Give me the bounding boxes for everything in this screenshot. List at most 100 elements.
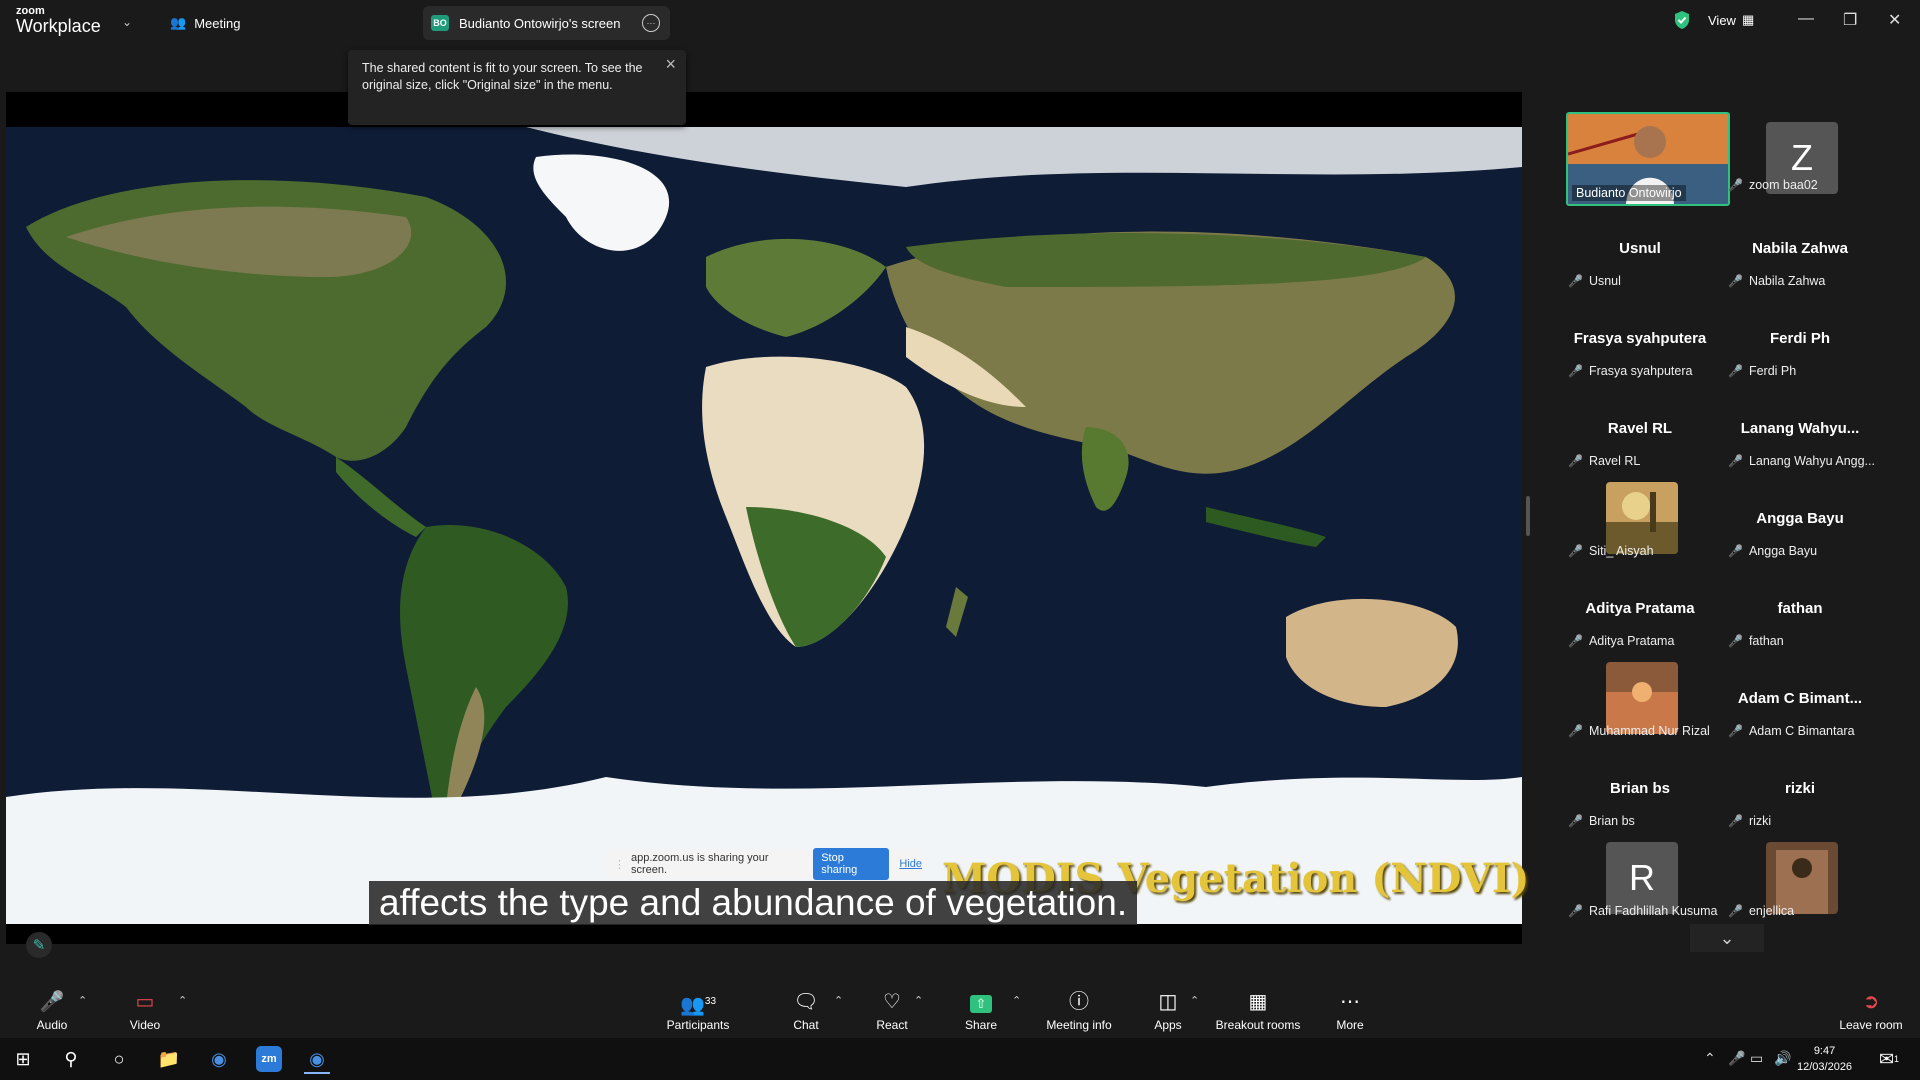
video-caption: affects the type and abundance of vegeta… <box>369 881 1138 925</box>
shield-icon[interactable] <box>1673 10 1691 30</box>
mic-muted-icon: 🎤 <box>1568 274 1583 288</box>
brand-bottom: Workplace <box>16 16 101 36</box>
mic-muted-icon: 🎤 <box>1728 454 1743 468</box>
world-vegetation-map <box>6 127 1522 924</box>
mic-muted-icon: 🎤 <box>1728 364 1743 378</box>
audio-button[interactable]: 🎤 Audio <box>30 990 74 1036</box>
file-explorer-icon[interactable]: 📁 <box>156 1046 182 1072</box>
participant-tile[interactable]: 🎤 enjellica <box>1720 842 1880 932</box>
zoom-logo: zoom Workplace <box>16 6 101 36</box>
breakout-rooms-button[interactable]: ▦ Breakout rooms <box>1214 990 1302 1036</box>
participant-tile[interactable]: Brian bs 🎤 Brian bs <box>1560 752 1720 842</box>
meeting-info-button[interactable]: ⓘ Meeting info <box>1040 990 1118 1036</box>
zoom-app-icon[interactable]: zm <box>256 1046 282 1072</box>
participant-name: Rafi Fadhlillah Kusuma <box>1588 904 1718 918</box>
participant-display-name: Ferdi Ph <box>1769 330 1830 347</box>
stop-sharing-button[interactable]: Stop sharing <box>813 848 890 880</box>
participant-name: Lanang Wahyu Angg... <box>1748 454 1875 468</box>
mic-muted-icon: 🎤 <box>1728 274 1743 288</box>
participants-icon: 👥 <box>679 994 705 1017</box>
more-button[interactable]: ⋯ More <box>1334 990 1366 1036</box>
participant-tile[interactable]: Angga Bayu 🎤 Angga Bayu <box>1720 482 1880 572</box>
participant-tile[interactable]: Adam C Bimant... 🎤 Adam C Bimantara <box>1720 662 1880 752</box>
mic-muted-icon: 🎤 <box>1568 544 1583 558</box>
meeting-menu[interactable]: 👥 Meeting <box>170 12 240 34</box>
chevron-up-icon[interactable]: ⌃ <box>914 994 923 1007</box>
chevron-up-icon[interactable]: ⌃ <box>178 994 187 1007</box>
system-clock[interactable]: 9:47 12/03/2026 <box>1797 1043 1852 1075</box>
video-label: Video <box>129 1018 161 1032</box>
chevron-down-icon[interactable]: ⌄ <box>122 15 132 29</box>
chevron-down-icon[interactable]: ⌄ <box>1690 924 1764 952</box>
close-icon[interactable]: ✕ <box>1888 10 1901 30</box>
participant-name: Muhammad Nur Rizal <box>1588 724 1710 738</box>
task-view-icon[interactable]: ○ <box>106 1046 132 1072</box>
volume-icon[interactable]: 🔊 <box>1774 1050 1791 1067</box>
participant-name: Nabila Zahwa <box>1748 274 1826 288</box>
panel-resize-handle[interactable] <box>1526 496 1530 536</box>
view-button[interactable]: View ▦ <box>1708 12 1754 28</box>
participant-tile[interactable]: fathan 🎤 fathan <box>1720 572 1880 662</box>
participant-tile[interactable]: Ravel RL 🎤 Ravel RL <box>1560 392 1720 482</box>
meeting-label: Meeting <box>194 15 241 31</box>
participant-name: Frasya syahputera <box>1588 364 1693 378</box>
participant-tile[interactable]: Frasya syahputera 🎤 Frasya syahputera <box>1560 302 1720 392</box>
participant-tile[interactable]: 🎤 Siti_ Aisyah <box>1560 482 1720 572</box>
title-bar <box>0 0 1920 44</box>
video-button[interactable]: ▭ Video <box>122 990 168 1036</box>
participant-tile[interactable]: Ferdi Ph 🎤 Ferdi Ph <box>1720 302 1880 392</box>
participant-tile[interactable]: Nabila Zahwa 🎤 Nabila Zahwa <box>1720 212 1880 302</box>
participant-tile[interactable]: Lanang Wahyu... 🎤 Lanang Wahyu Angg... <box>1720 392 1880 482</box>
participant-tile[interactable]: R 🎤 Rafi Fadhlillah Kusuma <box>1560 842 1720 932</box>
close-icon[interactable]: × <box>665 54 676 75</box>
mic-muted-icon: 🎤 <box>1568 364 1583 378</box>
shared-screen-title: Budianto Ontowirjo's screen <box>459 15 621 31</box>
chat-button[interactable]: 🗨 Chat <box>790 990 822 1036</box>
network-icon[interactable]: ▭ <box>1750 1050 1763 1067</box>
windows-start-icon[interactable]: ⊞ <box>10 1046 36 1072</box>
apps-button[interactable]: ◫ Apps <box>1152 990 1184 1036</box>
annotate-icon[interactable]: ✎ <box>26 932 52 958</box>
mic-muted-icon: 🎤 <box>1728 724 1743 738</box>
participant-tile[interactable]: rizki 🎤 rizki <box>1720 752 1880 842</box>
search-icon[interactable]: ⚲ <box>58 1046 84 1072</box>
microphone-icon[interactable]: 🎤 <box>1728 1050 1745 1067</box>
mic-muted-icon: 🎤 <box>1568 724 1583 738</box>
leave-room-button[interactable]: ➲ Leave room <box>1838 990 1904 1036</box>
restore-icon[interactable]: ❐ <box>1843 10 1857 30</box>
participant-tile[interactable]: 🎤 Muhammad Nur Rizal <box>1560 662 1720 752</box>
chevron-up-icon[interactable]: ⌃ <box>1012 994 1021 1007</box>
mic-muted-icon: 🎤 <box>1728 904 1743 918</box>
participant-display-name: fathan <box>1777 600 1823 617</box>
hide-link[interactable]: Hide <box>899 858 922 870</box>
chevron-up-icon[interactable]: ⌃ <box>1704 1050 1716 1067</box>
minimize-icon[interactable]: — <box>1798 10 1814 28</box>
notification-icon[interactable]: ✉ 1 <box>1876 1046 1902 1072</box>
view-label: View <box>1708 12 1736 28</box>
share-button[interactable]: ⇧ Share <box>962 990 1000 1036</box>
people-icon: 👥 <box>170 15 187 30</box>
mic-muted-icon: 🎤 <box>1728 634 1743 648</box>
leave-icon: ➲ <box>1862 991 1880 1013</box>
participant-tile[interactable]: Usnul 🎤 Usnul <box>1560 212 1720 302</box>
more-options-icon[interactable]: ··· <box>642 14 660 32</box>
react-button[interactable]: ♡ React <box>874 990 910 1036</box>
participant-name: Usnul <box>1588 274 1621 288</box>
chevron-up-icon[interactable]: ⌃ <box>834 994 843 1007</box>
drag-handle-icon[interactable]: ⋮ <box>614 858 625 871</box>
participant-tile[interactable]: Z 🎤 zoom baa02 <box>1720 122 1880 212</box>
participant-display-name: Ravel RL <box>1607 420 1673 437</box>
chevron-up-icon[interactable]: ⌃ <box>1190 994 1199 1007</box>
participant-display-name: Angga Bayu <box>1756 510 1844 527</box>
chrome-icon[interactable]: ◉ <box>206 1046 232 1072</box>
chrome-icon[interactable]: ◉ <box>304 1046 330 1074</box>
mic-muted-icon: 🎤 <box>1568 904 1583 918</box>
share-icon: ⇧ <box>970 995 992 1013</box>
participants-button[interactable]: 👥33 Participants <box>662 990 734 1036</box>
participant-display-name: Frasya syahputera <box>1573 330 1707 347</box>
participant-tile[interactable]: Aditya Pratama 🎤 Aditya Pratama <box>1560 572 1720 662</box>
breakout-rooms-icon: ▦ <box>1248 991 1268 1013</box>
shared-screen-tab[interactable]: BO Budianto Ontowirjo's screen ··· <box>423 6 670 40</box>
chevron-up-icon[interactable]: ⌃ <box>78 994 87 1007</box>
more-label: More <box>1336 1018 1364 1032</box>
